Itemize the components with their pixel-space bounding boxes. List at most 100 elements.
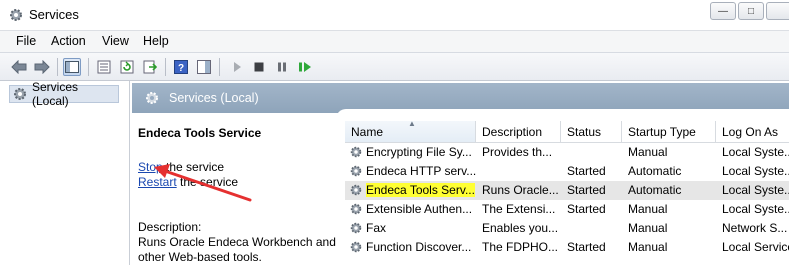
cell-name: Encrypting File Sy... — [349, 145, 476, 159]
menu-help[interactable]: Help — [143, 34, 169, 48]
cell-name: Function Discover... — [349, 240, 476, 254]
cell-description: The FDPHO... — [482, 240, 559, 254]
pause-icon — [278, 62, 286, 72]
table-row[interactable]: Endeca Tools Serv... Runs Oracle... Starte… — [345, 181, 789, 200]
menu-file[interactable]: File — [16, 34, 36, 48]
tree-item-services-local[interactable]: Services (Local) — [9, 80, 119, 108]
column-header-label: Description — [482, 125, 543, 139]
cell-log-on-as: Network S... — [722, 221, 788, 235]
restart-icon — [299, 62, 311, 72]
table-row[interactable]: Extensible Authen... The Extensi... Starte… — [345, 200, 789, 219]
column-header-label: Name — [351, 125, 384, 139]
restart-service-button[interactable] — [296, 58, 314, 76]
back-arrow-icon — [11, 60, 27, 74]
window-title: Services — [29, 7, 79, 22]
cell-name: Endeca HTTP serv... — [349, 164, 476, 178]
column-header-status[interactable]: Status — [561, 121, 622, 143]
svg-text:?: ? — [178, 63, 184, 74]
service-name: Function Discover... — [366, 240, 472, 254]
column-header-description[interactable]: Description — [476, 121, 561, 143]
description-text: Runs Oracle Endeca Workbench and other W… — [138, 235, 336, 264]
toolbar: ? — [0, 52, 789, 81]
services-list: ▲ Name Description Status Startup Type L… — [345, 119, 789, 265]
cell-startup-type: Automatic — [628, 183, 682, 197]
toolbar-separator — [57, 58, 58, 76]
cell-name: Endeca Tools Serv... — [349, 183, 476, 197]
column-header-name[interactable]: ▲ Name — [345, 119, 476, 143]
export-list-button[interactable] — [141, 58, 159, 76]
maximize-icon: □ — [747, 5, 755, 17]
service-name: Extensible Authen... — [366, 202, 473, 216]
show-console-tree-button[interactable] — [63, 58, 81, 76]
sort-ascending-icon: ▲ — [408, 119, 416, 128]
table-row[interactable]: Function Discover... The FDPHO... Started M… — [345, 238, 789, 257]
service-gear-icon — [349, 183, 363, 197]
cell-startup-type: Manual — [628, 240, 668, 254]
properties-button[interactable] — [95, 58, 113, 76]
minimize-button[interactable]: — — [710, 2, 736, 20]
help-icon: ? — [174, 60, 188, 74]
service-name: Encrypting File Sy... — [366, 145, 472, 159]
menu-bar: File Action View Help — [0, 30, 789, 52]
service-name: Endeca HTTP serv... — [366, 164, 476, 178]
cell-startup-type: Manual — [628, 221, 668, 235]
action-pane-icon — [197, 60, 211, 74]
table-row[interactable]: Endeca HTTP serv... Started Automatic Local… — [345, 162, 789, 181]
help-button[interactable]: ? — [172, 58, 190, 76]
menu-view[interactable]: View — [102, 34, 129, 48]
cell-log-on-as: Local Syste... — [722, 202, 789, 216]
annotation-arrow-icon — [154, 164, 252, 202]
table-row[interactable]: Fax Enables you... Manual Network S... — [345, 219, 789, 238]
cell-status: Started — [567, 240, 606, 254]
cell-startup-type: Manual — [628, 145, 668, 159]
console-tree-icon — [65, 61, 79, 73]
tree-item-label: Services (Local) — [32, 80, 79, 108]
cell-log-on-as: Local Syste... — [722, 183, 789, 197]
service-gear-icon — [349, 145, 363, 159]
cell-description: Runs Oracle... — [482, 183, 559, 197]
cell-status: Started — [567, 164, 606, 178]
column-header-startup-type[interactable]: Startup Type — [622, 121, 716, 143]
back-button[interactable] — [10, 58, 28, 76]
forward-arrow-icon — [34, 60, 50, 74]
column-header-label: Status — [567, 125, 602, 139]
properties-icon — [97, 60, 111, 74]
service-gear-icon — [349, 221, 363, 235]
play-icon — [234, 62, 241, 72]
maximize-button[interactable]: □ — [738, 2, 764, 20]
service-name: Endeca Tools Serv... — [366, 183, 475, 197]
toolbar-separator — [219, 58, 220, 76]
title-bar: Services — □ — [0, 0, 789, 30]
selected-service-title: Endeca Tools Service — [138, 126, 262, 140]
services-gear-icon — [14, 88, 26, 100]
column-header-log-on-as[interactable]: Log On As — [716, 121, 789, 143]
pause-service-button[interactable] — [273, 58, 291, 76]
cell-name: Fax — [349, 221, 476, 235]
services-gear-icon — [8, 7, 24, 23]
description-label: Description: — [138, 220, 202, 234]
stop-service-button[interactable] — [250, 58, 268, 76]
close-button[interactable] — [766, 2, 789, 20]
minimize-icon: — — [718, 5, 728, 17]
show-hide-action-pane-button[interactable] — [195, 58, 213, 76]
cell-log-on-as: Local Syste... — [722, 145, 789, 159]
export-icon — [143, 60, 157, 74]
refresh-button[interactable] — [118, 58, 136, 76]
cell-description: Provides th... — [482, 145, 553, 159]
services-gear-icon — [144, 90, 160, 109]
cell-log-on-as: Local Syste... — [722, 164, 789, 178]
cell-status: Started — [567, 202, 606, 216]
standard-view-tab-edge — [336, 109, 789, 121]
forward-button[interactable] — [33, 58, 51, 76]
service-gear-icon — [349, 240, 363, 254]
start-service-button[interactable] — [228, 58, 246, 76]
stop-icon — [254, 62, 264, 72]
pane-header-title: Services (Local) — [169, 91, 259, 105]
cell-name: Extensible Authen... — [349, 202, 476, 216]
toolbar-separator — [88, 58, 89, 76]
cell-startup-type: Manual — [628, 202, 668, 216]
cell-description: Enables you... — [482, 221, 559, 235]
menu-action[interactable]: Action — [51, 34, 86, 48]
table-row[interactable]: Encrypting File Sy... Provides th... Manua… — [345, 143, 789, 162]
cell-log-on-as: Local Service — [722, 240, 789, 254]
